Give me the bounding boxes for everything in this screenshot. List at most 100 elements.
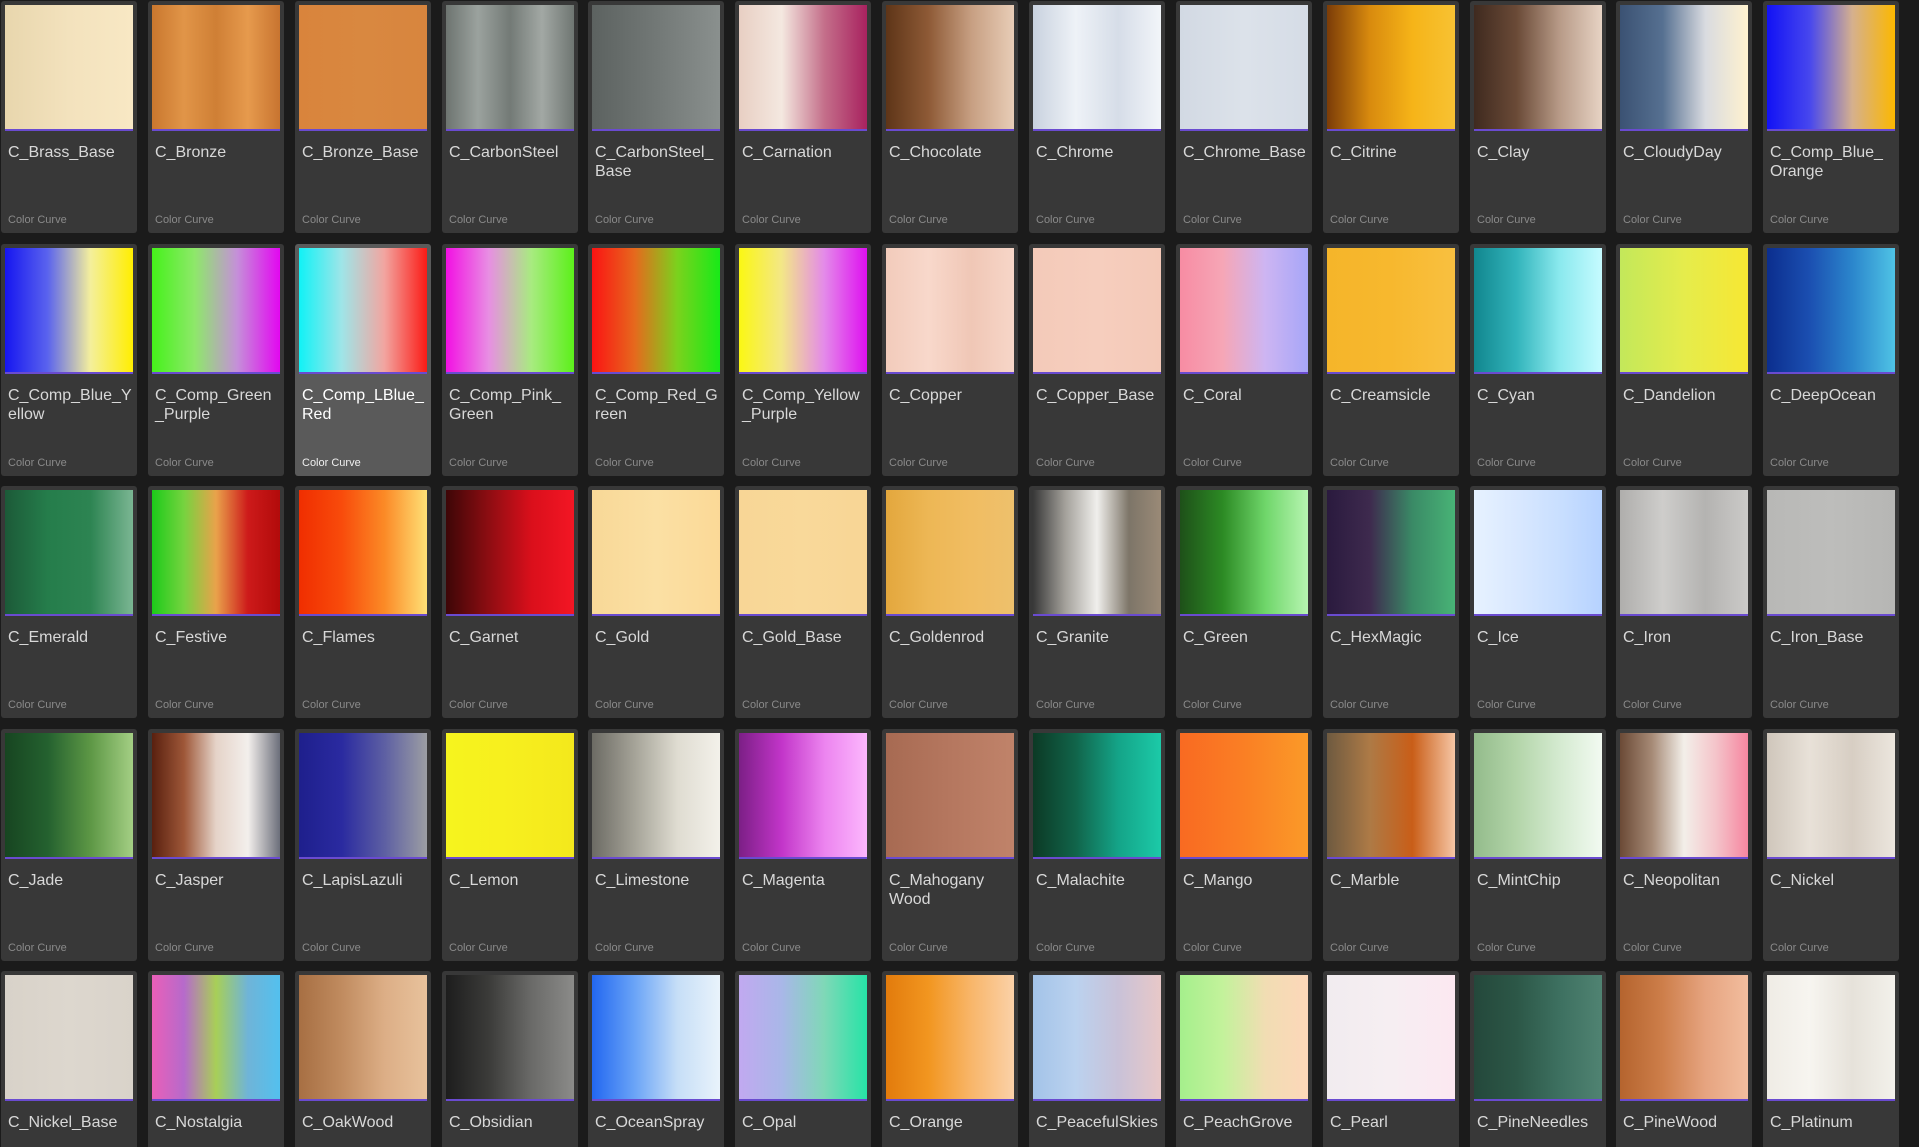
asset-tile[interactable]: C_Mahogany Wood Color Curve [882,729,1018,961]
gradient-thumbnail [5,5,133,131]
asset-name: C_Chrome_Base [1183,144,1306,161]
asset-tile[interactable]: C_ObsidianColor Curve [442,971,578,1147]
asset-tile[interactable]: C_Granite Color Curve [1029,486,1165,718]
asset-tile[interactable]: C_Citrine Color Curve [1323,1,1459,233]
asset-name: C_LapisLazuli [302,872,403,889]
asset-tile[interactable]: C_CarbonSteel Color Curve [442,1,578,233]
asset-tile[interactable]: C_PeachGroveColor Curve [1176,971,1312,1147]
asset-tile[interactable]: C_Copper_Base Color Curve [1029,244,1165,476]
gradient-thumbnail [1327,975,1455,1101]
asset-tile[interactable]: C_PineNeedlesColor Curve [1470,971,1606,1147]
asset-tile[interactable]: C_OpalColor Curve [735,971,871,1147]
asset-name: C_Nickel [1770,872,1835,889]
asset-tile[interactable]: C_Limestone Color Curve [588,729,724,961]
gradient-thumbnail [886,248,1014,374]
asset-tile[interactable]: C_Lemon Color Curve [442,729,578,961]
asset-tile[interactable]: C_OakWoodColor Curve [295,971,431,1147]
asset-tile[interactable]: C_CloudyDay Color Curve [1616,1,1752,233]
asset-tile[interactable]: C_Coral Color Curve [1176,244,1312,476]
asset-tile[interactable]: C_PearlColor Curve [1323,971,1459,1147]
asset-name: C_Lemon [449,872,519,889]
asset-tile[interactable]: C_Mango Color Curve [1176,729,1312,961]
asset-tile[interactable]: C_Carnation Color Curve [735,1,871,233]
asset-tile[interactable]: C_Creamsicle Color Curve [1323,244,1459,476]
asset-tile[interactable]: C_LapisLazuli Color Curve [295,729,431,961]
gradient-thumbnail [299,248,427,374]
asset-tile[interactable]: C_Dandelion Color Curve [1616,244,1752,476]
asset-tile[interactable]: C_Copper Color Curve [882,244,1018,476]
asset-name: C_Pearl [1330,1114,1388,1131]
asset-name: C_Flames [302,629,375,646]
asset-tile[interactable]: C_Marble Color Curve [1323,729,1459,961]
asset-tile[interactable]: C_Iron Color Curve [1616,486,1752,718]
asset-tile[interactable]: C_PeacefulSkiesColor Curve [1029,971,1165,1147]
asset-tile[interactable]: C_Cyan Color Curve [1470,244,1606,476]
asset-tile[interactable]: C_CarbonSteel_Base Color Curve [588,1,724,233]
asset-type-label: Color Curve [302,214,361,226]
asset-tile[interactable]: C_Flames Color Curve [295,486,431,718]
gradient-thumbnail [1180,248,1308,374]
gradient-thumbnail [592,975,720,1101]
asset-tile[interactable]: C_PineWoodColor Curve [1616,971,1752,1147]
asset-tile[interactable]: C_NostalgiaColor Curve [148,971,284,1147]
asset-grid: C_Brass_Base Color Curve C_Bronze Color Cur… [0,0,1919,1147]
asset-tile[interactable]: C_MintChip Color Curve [1470,729,1606,961]
asset-tile[interactable]: C_Bronze_Base Color Curve [295,1,431,233]
asset-tile[interactable]: C_Neopolitan Color Curve [1616,729,1752,961]
asset-tile[interactable]: C_Ice Color Curve [1470,486,1606,718]
gradient-thumbnail [739,733,867,859]
asset-tile[interactable]: C_Emerald Color Curve [1,486,137,718]
gradient-thumbnail [446,248,574,374]
asset-tile[interactable]: C_PlatinumColor Curve [1763,971,1899,1147]
asset-tile[interactable]: C_DeepOcean Color Curve [1763,244,1899,476]
asset-tile[interactable]: C_Magenta Color Curve [735,729,871,961]
asset-tile[interactable]: C_Green Color Curve [1176,486,1312,718]
asset-tile[interactable]: C_OceanSprayColor Curve [588,971,724,1147]
asset-tile[interactable]: C_Chocolate Color Curve [882,1,1018,233]
asset-tile[interactable]: C_Iron_Base Color Curve [1763,486,1899,718]
gradient-thumbnail [1033,733,1161,859]
gradient-thumbnail [739,5,867,131]
asset-tile[interactable]: C_Comp_Blue_Orange Color Curve [1763,1,1899,233]
asset-tile[interactable]: C_Gold_Base Color Curve [735,486,871,718]
asset-tile[interactable]: C_HexMagic Color Curve [1323,486,1459,718]
asset-type-label: Color Curve [8,699,67,711]
asset-type-label: Color Curve [302,699,361,711]
asset-name: C_Comp_Green_Purple [155,387,272,423]
asset-tile[interactable]: C_OrangeColor Curve [882,971,1018,1147]
asset-tile[interactable]: C_Jasper Color Curve [148,729,284,961]
asset-tile[interactable]: C_Bronze Color Curve [148,1,284,233]
asset-tile[interactable]: C_Nickel Color Curve [1763,729,1899,961]
asset-tile[interactable]: C_Chrome Color Curve [1029,1,1165,233]
gradient-thumbnail [299,490,427,616]
asset-type-label: Color Curve [155,699,214,711]
asset-name: C_Ice [1477,629,1519,646]
asset-tile[interactable]: C_Jade Color Curve [1,729,137,961]
asset-tile[interactable]: C_Nickel_BaseColor Curve [1,971,137,1147]
gradient-thumbnail [886,5,1014,131]
asset-name: C_Neopolitan [1623,872,1720,889]
asset-tile[interactable]: C_Comp_Red_Green Color Curve [588,244,724,476]
asset-tile[interactable]: C_Gold Color Curve [588,486,724,718]
asset-name: C_Comp_Pink_Green [449,387,562,423]
asset-tile[interactable]: C_Malachite Color Curve [1029,729,1165,961]
asset-type-label: Color Curve [1036,457,1095,469]
asset-tile[interactable]: C_Comp_Pink_Green Color Curve [442,244,578,476]
gradient-thumbnail [446,975,574,1101]
gradient-thumbnail [5,733,133,859]
asset-type-label: Color Curve [595,699,654,711]
asset-name: C_Comp_Blue_Yellow [8,387,132,423]
asset-tile[interactable]: C_Brass_Base Color Curve [1,1,137,233]
asset-tile[interactable]: C_Comp_LBlue_Red Color Curve [295,244,431,476]
asset-tile[interactable]: C_Comp_Blue_Yellow Color Curve [1,244,137,476]
asset-tile[interactable]: C_Comp_Yellow_Purple Color Curve [735,244,871,476]
gradient-thumbnail [1327,733,1455,859]
asset-type-label: Color Curve [742,942,801,954]
asset-type-label: Color Curve [595,942,654,954]
asset-tile[interactable]: C_Clay Color Curve [1470,1,1606,233]
asset-tile[interactable]: C_Goldenrod Color Curve [882,486,1018,718]
asset-tile[interactable]: C_Festive Color Curve [148,486,284,718]
asset-tile[interactable]: C_Garnet Color Curve [442,486,578,718]
asset-tile[interactable]: C_Comp_Green_Purple Color Curve [148,244,284,476]
asset-tile[interactable]: C_Chrome_Base Color Curve [1176,1,1312,233]
